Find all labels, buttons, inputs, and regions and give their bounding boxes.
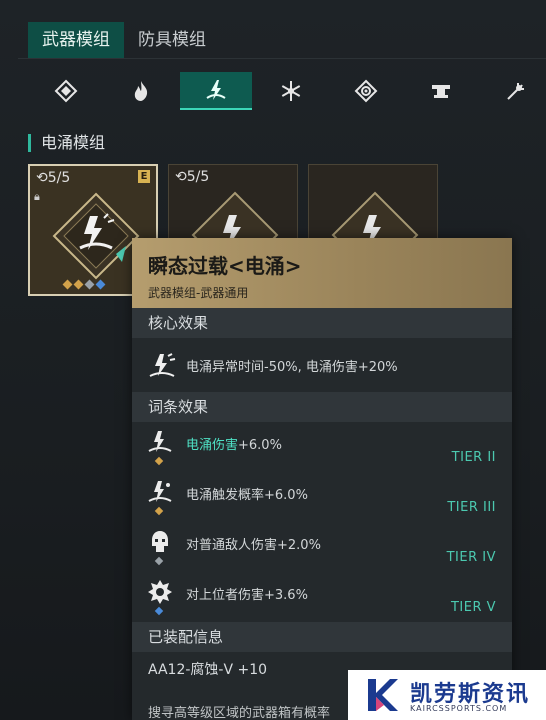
core-effect-row: 电涌异常时间-50%, 电涌伤害+20% [132, 338, 512, 392]
effect-text: 对普通敌人伤害+2.0% [186, 538, 321, 553]
tooltip-header: 瞬态过载<电涌> 武器模组-武器通用 [132, 238, 512, 308]
tabs-divider [18, 58, 546, 59]
module-type-tabs: 武器模组 防具模组 [28, 22, 220, 58]
tier-label: TIER III [447, 500, 496, 515]
tab-armor-modules[interactable]: 防具模组 [124, 22, 220, 58]
flame-icon [134, 81, 148, 101]
category-physical[interactable] [405, 72, 477, 110]
surge-effect-icon [149, 353, 176, 377]
snowflake-icon [281, 81, 301, 101]
watermark-url: KAIRCSSPORTS.COM [410, 704, 508, 713]
rank-badge: E [138, 170, 150, 183]
tier-diamond-icon [154, 456, 164, 466]
tab-weapon-modules[interactable]: 武器模组 [28, 22, 124, 58]
tier-label: TIER IV [446, 550, 496, 565]
surge-damage-icon [148, 431, 172, 452]
effect-entry: 电涌伤害+6.0% TIER II [132, 422, 512, 472]
effect-entry: 对普通敌人伤害+2.0% TIER IV [132, 522, 512, 572]
surge-trigger-icon [148, 481, 172, 502]
effect-entry: 对上位者伤害+3.6% TIER V [132, 572, 512, 622]
effect-entry: 电涌触发概率+6.0% TIER III [132, 472, 512, 522]
elite-enemy-icon [148, 580, 172, 604]
core-effect-header: 核心效果 [132, 308, 512, 338]
effect-text: 电涌伤害+6.0% [186, 438, 282, 453]
refresh-icon: ⟲ [36, 170, 48, 186]
burst-icon [507, 83, 524, 100]
effect-text: 电涌触发概率+6.0% [186, 488, 308, 503]
category-burst[interactable] [480, 72, 546, 110]
lock-icon: 🔒︎ [34, 190, 40, 203]
tier-label: TIER V [450, 600, 496, 615]
diamond-icon [54, 79, 78, 103]
category-electric[interactable] [180, 72, 252, 110]
tier-diamond-icon [154, 506, 164, 516]
tier-diamond-icon [154, 556, 164, 566]
rarity-dots [62, 279, 106, 290]
category-all[interactable] [30, 72, 102, 110]
module-type: 武器模组-武器通用 [148, 286, 249, 300]
effect-text: 对上位者伤害+3.6% [186, 588, 308, 603]
tier-label: TIER II [451, 450, 496, 465]
equipped-info-header: 已装配信息 [132, 622, 512, 652]
refresh-icon: ⟲ [175, 169, 187, 185]
category-fire[interactable] [105, 72, 177, 110]
module-detail-tooltip: 瞬态过载<电涌> 武器模组-武器通用 核心效果 电涌异常时间-50%, 电涌伤害… [132, 238, 512, 720]
surge-module-emblem-icon [52, 192, 140, 280]
k-logo-icon [368, 679, 398, 711]
module-name: 瞬态过载<电涌> [148, 254, 302, 278]
anvil-icon [432, 85, 450, 98]
core-effect-text: 电涌异常时间-50%, 电涌伤害+20% [186, 360, 398, 375]
tier-diamond-icon [154, 606, 164, 616]
electric-icon [206, 80, 226, 100]
poison-icon [354, 79, 378, 103]
watermark: 凯劳斯资讯 KAIRCSSPORTS.COM [348, 670, 546, 720]
card-count: ⟲5/5 [175, 169, 210, 185]
entry-effect-header: 词条效果 [132, 392, 512, 422]
common-enemy-icon [152, 531, 168, 552]
element-category-bar [30, 72, 546, 110]
category-poison[interactable] [330, 72, 402, 110]
acquisition-hint: 搜寻高等级区域的武器箱有概率 [148, 706, 331, 720]
section-title: 电涌模组 [28, 134, 105, 152]
category-frost[interactable] [255, 72, 327, 110]
card-count: ⟲5/5 [36, 170, 71, 186]
